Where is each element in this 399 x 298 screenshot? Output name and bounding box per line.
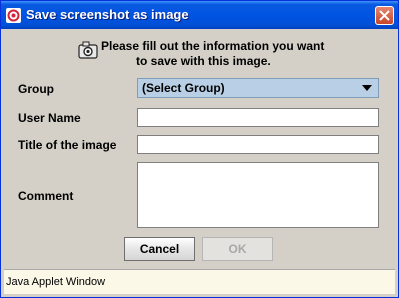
chevron-down-icon [362, 85, 372, 91]
image-title-label: Title of the image [18, 138, 117, 152]
close-icon [379, 10, 390, 21]
comment-textarea[interactable] [137, 162, 379, 228]
close-button[interactable] [375, 6, 394, 25]
camera-icon [78, 41, 98, 59]
image-title-input[interactable] [137, 135, 379, 154]
group-selected-value: (Select Group) [142, 81, 225, 95]
cancel-button[interactable]: Cancel [124, 237, 195, 261]
title-bar[interactable]: Save screenshot as image [1, 1, 398, 29]
status-bar: Java Applet Window [4, 269, 395, 294]
comment-label: Comment [18, 189, 74, 203]
message-line-2: to save with this image. [136, 54, 271, 68]
dialog-window: Save screenshot as image Please fill out… [0, 0, 399, 298]
dialog-content: Please fill out the information you want… [4, 29, 395, 267]
message-line-1: Please fill out the information you want [101, 39, 325, 53]
ok-button[interactable]: OK [202, 237, 273, 261]
user-name-input[interactable] [137, 108, 379, 127]
app-logo-icon [6, 8, 21, 23]
window-title: Save screenshot as image [26, 7, 189, 22]
instruction-message: Please fill out the information you want… [4, 39, 395, 69]
user-name-label: User Name [18, 111, 81, 125]
group-label: Group [18, 82, 54, 96]
status-text: Java Applet Window [6, 276, 106, 288]
group-select[interactable]: (Select Group) [137, 78, 379, 98]
